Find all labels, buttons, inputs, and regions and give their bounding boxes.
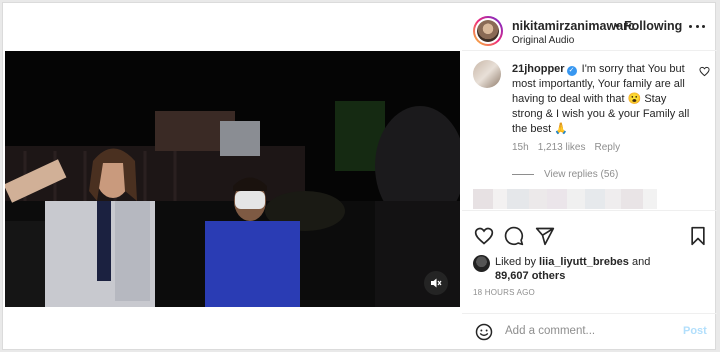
video-frame xyxy=(5,51,460,307)
emoji-icon[interactable] xyxy=(475,323,493,341)
heart-icon[interactable] xyxy=(474,226,494,246)
post-timestamp[interactable]: 18 HOURS AGO xyxy=(473,288,535,297)
post-side-panel: nikitamirzanimawarc • Following Original… xyxy=(462,3,717,351)
post-button[interactable]: Post xyxy=(683,325,707,337)
comment-body: 21jhopper ✓ I'm sorry that You but most i… xyxy=(512,62,697,137)
post-video[interactable] xyxy=(5,51,460,307)
speaker-muted-icon xyxy=(431,278,442,288)
header-separator: • xyxy=(615,19,620,33)
author-avatar[interactable] xyxy=(473,16,503,46)
likes-text: Liked by liia_liyutt_brebes and 89,607 o… xyxy=(495,255,655,283)
comment-like-icon[interactable] xyxy=(699,66,710,77)
comment-icon[interactable] xyxy=(504,226,524,246)
more-options-icon[interactable] xyxy=(689,23,705,29)
post-card: nikitamirzanimawarc • Following Original… xyxy=(2,2,717,351)
comment-input[interactable]: Add a comment... xyxy=(505,325,595,337)
following-button[interactable]: Following xyxy=(624,19,682,33)
liked-by-prefix: Liked by xyxy=(495,256,540,268)
verified-badge-icon: ✓ xyxy=(566,66,577,76)
author-avatar-border xyxy=(475,18,501,44)
likes-others[interactable]: 89,607 others xyxy=(495,270,565,282)
replies-divider xyxy=(512,174,534,175)
comment-meta: 15h 1,213 likes Reply xyxy=(512,142,629,153)
author-avatar-image xyxy=(477,20,499,42)
comment-likes[interactable]: 1,213 likes xyxy=(538,142,586,153)
blurred-comment-preview xyxy=(473,189,673,209)
post-actions xyxy=(462,210,717,258)
view-replies-button[interactable]: View replies (56) xyxy=(512,169,618,180)
mute-button[interactable] xyxy=(424,271,448,295)
commenter-avatar[interactable] xyxy=(473,60,501,88)
liked-by-user[interactable]: liia_liyutt_brebes xyxy=(539,256,629,268)
add-comment-bar: Add a comment... Post xyxy=(462,313,717,351)
liker-avatar[interactable] xyxy=(473,255,490,272)
view-replies-label: View replies (56) xyxy=(544,169,619,180)
reply-button[interactable]: Reply xyxy=(595,142,621,153)
post-header: nikitamirzanimawarc • Following Original… xyxy=(462,3,717,51)
commenter-username[interactable]: 21jhopper xyxy=(512,63,565,75)
bookmark-icon[interactable] xyxy=(689,226,707,246)
liked-by-and: and xyxy=(628,256,651,268)
audio-label[interactable]: Original Audio xyxy=(512,35,574,46)
send-icon[interactable] xyxy=(535,226,555,246)
comment-time: 15h xyxy=(512,142,529,153)
